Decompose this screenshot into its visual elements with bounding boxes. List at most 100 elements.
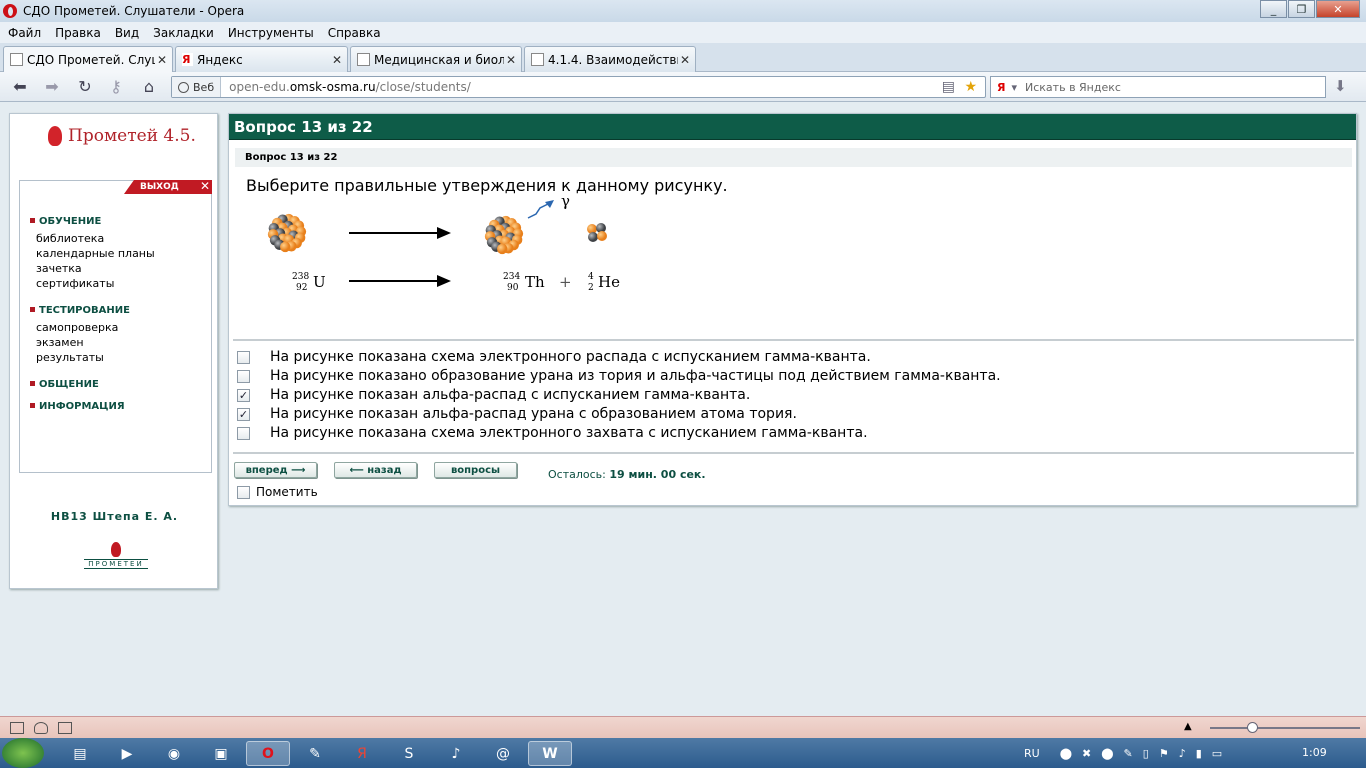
clock[interactable]: 1:09 [1302,746,1327,759]
answer-option[interactable] [237,348,250,366]
minimize-button[interactable]: _ [1260,0,1287,18]
media-player-icon[interactable]: ▶ [105,741,149,766]
address-bar[interactable]: Веб open-edu.omsk-osma.ru/close/students… [171,76,986,98]
download-icon[interactable]: ⬇ [1334,77,1347,95]
unite-icon[interactable] [34,721,48,734]
explorer-icon[interactable]: ▤ [58,741,102,766]
sidebar-item-library[interactable]: библиотека [36,232,104,245]
maximize-button[interactable]: ❐ [1288,0,1315,18]
tab-yandex[interactable]: Я Яндекс ✕ [175,46,348,72]
skype-icon[interactable]: S [387,741,431,766]
search-placeholder: Искать в Яндекс [1025,80,1121,94]
paint-icon[interactable]: ✎ [293,741,337,766]
sidebar-section-communication[interactable]: ОБЩЕНИЕ [30,379,99,390]
answer-option[interactable]: ✓ [237,405,250,423]
close-tab-icon[interactable]: ✕ [330,53,344,67]
uranium-nucleus [267,213,307,253]
reaction-arrow-bottom [349,275,451,287]
menu-edit[interactable]: Правка [55,26,101,40]
menu-tools[interactable]: Инструменты [228,26,314,40]
question-text: Выберите правильные утверждения к данном… [246,176,728,195]
zoom-slider[interactable] [1210,727,1360,729]
svg-text:238: 238 [292,272,309,282]
url-text[interactable]: open-edu.omsk-osma.ru/close/students/ [221,80,471,94]
battery-icon[interactable]: ▭ [1212,747,1222,760]
answer-checkbox[interactable] [237,426,250,440]
close-icon[interactable]: ✕ [200,180,210,193]
program-icon[interactable]: ◉ [152,741,196,766]
answer-checkbox[interactable] [237,350,250,364]
zoom-slider-handle[interactable] [1247,722,1258,733]
sidebar-item-exam[interactable]: экзамен [36,336,84,349]
questions-button[interactable]: вопросы [434,462,517,478]
rss-icon[interactable]: ▤ [942,79,955,95]
word-icon[interactable]: W [528,741,572,766]
user-name: НВ13 Штепа Е. А. [50,510,179,523]
opera-taskbar-icon[interactable]: O [246,741,290,766]
volume-icon[interactable]: ♪ [1179,747,1186,760]
window-title: СДО Прометей. Слушатели - Opera [23,4,245,18]
menu-bookmarks[interactable]: Закладки [153,26,214,40]
sidebar-item-gradebook[interactable]: зачетка [36,262,82,275]
audio-icon[interactable]: ♪ [434,741,478,766]
sidebar-item-calendar[interactable]: календарные планы [36,247,155,260]
close-tab-icon[interactable]: ✕ [504,53,518,67]
close-window-button[interactable]: ✕ [1316,0,1360,18]
device-icon[interactable]: ▯ [1143,747,1149,760]
exit-button[interactable]: ВЫХОД ✕ [124,180,212,194]
yandex-search-icon[interactable]: Я [997,81,1005,94]
keyboard-icon[interactable]: ✎ [1124,747,1133,760]
answer-option[interactable] [237,424,250,442]
back-button[interactable]: ⟵ назад [334,462,417,478]
answer-option[interactable] [237,367,250,385]
menu-view[interactable]: Вид [115,26,139,40]
key-icon[interactable]: ⚷ [106,77,126,96]
answer-option[interactable]: ✓ [237,386,250,404]
window-icon[interactable]: ▣ [199,741,243,766]
mail-icon[interactable]: @ [481,741,525,766]
web-button[interactable]: Веб [172,77,222,97]
answer-checkbox[interactable] [237,369,250,383]
search-input[interactable]: Я ▾ Искать в Яндекс [990,76,1326,98]
answer-checkbox[interactable]: ✓ [237,407,250,421]
menu-help[interactable]: Справка [328,26,381,40]
sidebar-section-information[interactable]: ИНФОРМАЦИЯ [30,401,125,412]
reload-icon[interactable]: ↻ [75,77,95,96]
panel-toggle-icon[interactable] [10,721,24,734]
forward-button[interactable]: вперед ⟶ [234,462,317,478]
home-icon[interactable]: ⌂ [139,77,159,96]
close-tab-icon[interactable]: ✕ [155,53,169,67]
tab-sdo[interactable]: СДО Прометей. Слуш... ✕ [3,46,173,72]
sidebar-item-results[interactable]: результаты [36,351,104,364]
nucleon [497,243,508,255]
network-icon[interactable]: ⬤ [1101,747,1113,760]
bookmark-star-icon[interactable]: ★ [964,79,977,95]
mark-option[interactable]: Пометить [237,485,318,499]
menu-file[interactable]: Файл [8,26,41,40]
turbo-icon[interactable] [58,721,72,734]
flag-icon[interactable]: ⚑ [1159,747,1169,760]
yandex-taskbar-icon[interactable]: Я [340,741,384,766]
tab-medical[interactable]: Медицинская и биоло... ✕ [350,46,522,72]
svg-text:92: 92 [296,283,307,293]
antivirus-icon[interactable]: ✖ [1082,747,1091,760]
sidebar-section-testing[interactable]: ТЕСТИРОВАНИЕ [30,305,130,316]
helium-symbol: He [598,273,620,291]
sidebar-section-learning[interactable]: ОБУЧЕНИЕ [30,216,101,227]
language-indicator[interactable]: RU [1024,747,1040,760]
forward-arrow-icon[interactable]: ➡ [42,77,62,96]
close-tab-icon[interactable]: ✕ [678,53,692,67]
system-tray: RU ⬤ ✖ ⬤ ✎ ▯ ⚑ ♪ ▮ ▭ [1024,738,1222,768]
tab-interaction[interactable]: 4.1.4. Взаимодействие ... ✕ [524,46,696,72]
answer-text: На рисунке показана схема электронного р… [270,349,871,365]
scroll-up-icon[interactable]: ▲ [1184,721,1192,732]
back-arrow-icon[interactable]: ⬅ [10,77,30,96]
sidebar-item-certificates[interactable]: сертификаты [36,277,114,290]
start-button[interactable] [2,738,44,768]
search-dropdown-icon[interactable]: ▾ [1011,81,1017,94]
signal-icon[interactable]: ▮ [1196,747,1202,760]
answer-checkbox[interactable]: ✓ [237,388,250,402]
torrent-icon[interactable]: ⬤ [1060,747,1072,760]
mark-checkbox[interactable] [237,485,250,499]
sidebar-item-selfcheck[interactable]: самопроверка [36,321,118,334]
